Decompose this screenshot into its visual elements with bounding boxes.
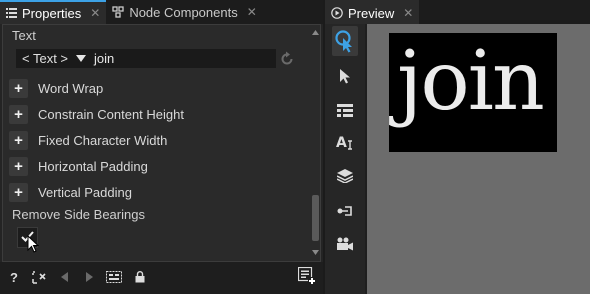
text-value[interactable]: join <box>94 51 114 66</box>
tab-node-components-label: Node Components <box>129 4 238 20</box>
scroll-thumb[interactable] <box>312 195 319 241</box>
properties-panel: Properties ✕ Node Components ✕ Text < Te… <box>0 0 323 294</box>
reset-icon[interactable] <box>279 51 295 67</box>
svg-text:A: A <box>336 135 347 151</box>
connector-icon[interactable] <box>333 199 357 223</box>
tab-node-components[interactable]: Node Components ✕ <box>106 0 262 24</box>
text-property-label: Text <box>12 28 36 43</box>
forward-icon[interactable] <box>81 269 97 285</box>
scroll-down-icon[interactable] <box>311 247 320 257</box>
scrollbar[interactable] <box>310 25 321 261</box>
plus-icon[interactable]: + <box>9 182 28 202</box>
properties-content: Text < Text > join + Word Wrap + Constra… <box>2 24 321 262</box>
tab-preview-label: Preview <box>348 5 395 21</box>
help-icon[interactable]: ? <box>6 269 22 285</box>
list-icon <box>6 8 17 18</box>
properties-bottom-toolbar: ? <box>0 262 323 294</box>
interactive-pointer-icon[interactable] <box>332 26 358 56</box>
remove-side-bearings-label: Remove Side Bearings <box>12 207 145 222</box>
lock-icon[interactable] <box>132 269 148 285</box>
word-wrap-label: Word Wrap <box>38 80 104 96</box>
preview-viewport[interactable]: join <box>367 24 590 294</box>
components-icon <box>112 6 124 18</box>
constrain-content-height-label: Constrain Content Height <box>38 106 184 122</box>
layers-icon[interactable] <box>333 164 357 188</box>
help-label: ? <box>10 269 18 285</box>
mouse-cursor-icon <box>27 234 40 256</box>
tab-preview[interactable]: Preview ✕ <box>325 0 420 24</box>
preview-tabbar: Preview ✕ <box>325 0 590 24</box>
fixed-character-width-label: Fixed Character Width <box>38 132 168 148</box>
selection-icon[interactable] <box>333 64 357 88</box>
add-property-icon[interactable] <box>298 267 316 285</box>
preview-canvas[interactable]: join <box>367 24 590 294</box>
tab-properties[interactable]: Properties ✕ <box>0 0 107 24</box>
close-icon[interactable]: ✕ <box>90 6 100 20</box>
text-node-preview[interactable]: join <box>389 33 557 152</box>
chevron-down-icon[interactable] <box>76 55 87 62</box>
type-selector[interactable]: < Text > <box>22 51 68 66</box>
add-horizontal-padding-row[interactable]: + Horizontal Padding <box>9 155 148 177</box>
close-icon[interactable]: ✕ <box>403 6 413 20</box>
plus-icon[interactable]: + <box>9 104 28 124</box>
vertical-padding-label: Vertical Padding <box>38 184 132 200</box>
plus-icon[interactable]: + <box>9 156 28 176</box>
tab-properties-label: Properties <box>22 5 82 21</box>
close-icon[interactable]: ✕ <box>247 5 257 19</box>
text-icon[interactable]: A <box>333 131 357 155</box>
select-in-tree-icon[interactable] <box>106 269 122 285</box>
play-icon <box>331 7 343 19</box>
rendered-text: join <box>397 34 545 129</box>
preview-panel: Preview ✕ A join <box>325 0 590 294</box>
plus-icon[interactable]: + <box>9 78 28 98</box>
layout-icon[interactable] <box>333 98 357 122</box>
scroll-up-icon[interactable] <box>311 27 320 37</box>
text-value-field[interactable]: < Text > join <box>16 49 276 68</box>
back-icon[interactable] <box>56 269 72 285</box>
remove-unused-icon[interactable] <box>31 269 47 285</box>
add-constrain-content-height-row[interactable]: + Constrain Content Height <box>9 103 184 125</box>
preview-tool-strip: A <box>325 24 365 294</box>
add-vertical-padding-row[interactable]: + Vertical Padding <box>9 181 132 203</box>
add-fixed-character-width-row[interactable]: + Fixed Character Width <box>9 129 167 151</box>
horizontal-padding-label: Horizontal Padding <box>38 158 148 174</box>
plus-icon[interactable]: + <box>9 130 28 150</box>
add-word-wrap-row[interactable]: + Word Wrap <box>9 77 103 99</box>
camera-icon[interactable] <box>333 232 357 256</box>
properties-tabbar: Properties ✕ Node Components ✕ <box>0 0 323 24</box>
